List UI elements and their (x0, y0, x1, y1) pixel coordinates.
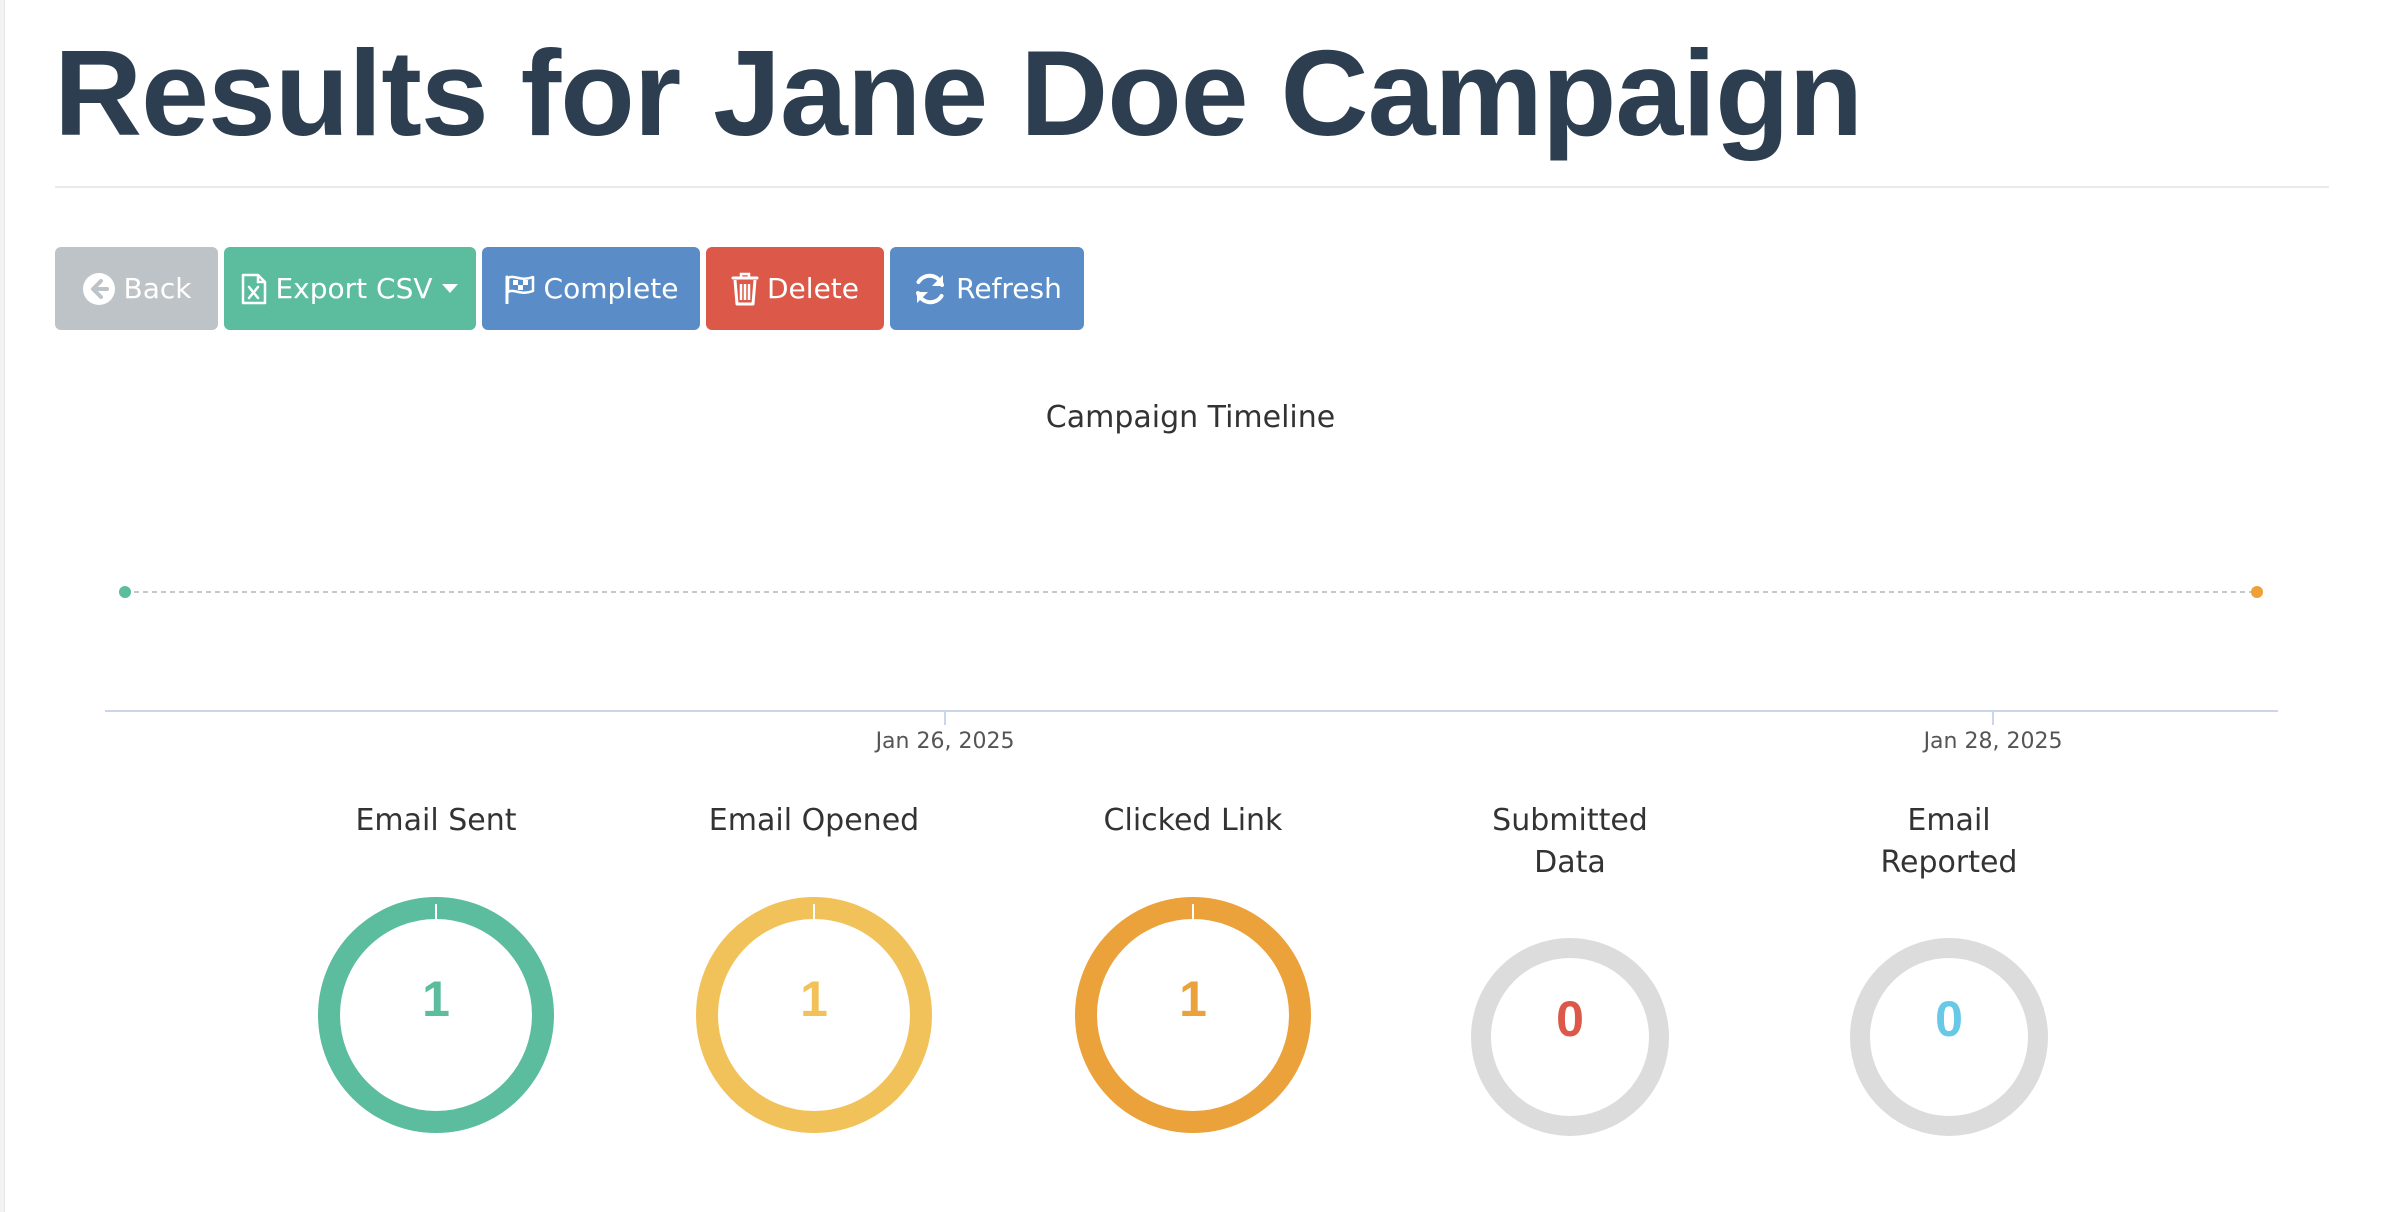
stat-label: Email Opened (708, 803, 920, 838)
x-tick-label: Jan 28, 2025 (1922, 729, 2063, 754)
stat-value: 1 (800, 971, 828, 1027)
stat-label: Submitted Data (1492, 803, 1648, 880)
stat-label: Clicked Link (1103, 803, 1283, 838)
timeline-event-start[interactable] (119, 586, 131, 598)
stat-label: Email Sent (355, 803, 517, 838)
x-tick-label: Jan 26, 2025 (874, 729, 1015, 754)
stat-value: 1 (1179, 971, 1207, 1027)
campaign-timeline-chart: Jan 26, 2025 Jan 28, 2025 (105, 586, 2278, 754)
stat-value: 0 (1935, 991, 1963, 1047)
stat-value: 0 (1556, 991, 1584, 1047)
stat-email-opened: Email Opened 1 (664, 800, 964, 1133)
timeline-event-end[interactable] (2251, 586, 2263, 598)
stat-label: Email Reported (1880, 803, 2018, 880)
stat-submitted-data: Submitted Data 0 (1420, 800, 1720, 1136)
stat-value: 1 (422, 971, 450, 1027)
stat-email-reported: Email Reported 0 (1799, 800, 2099, 1136)
stat-email-sent: Email Sent 1 (286, 800, 586, 1133)
stat-clicked-link: Clicked Link 1 (1043, 800, 1343, 1133)
